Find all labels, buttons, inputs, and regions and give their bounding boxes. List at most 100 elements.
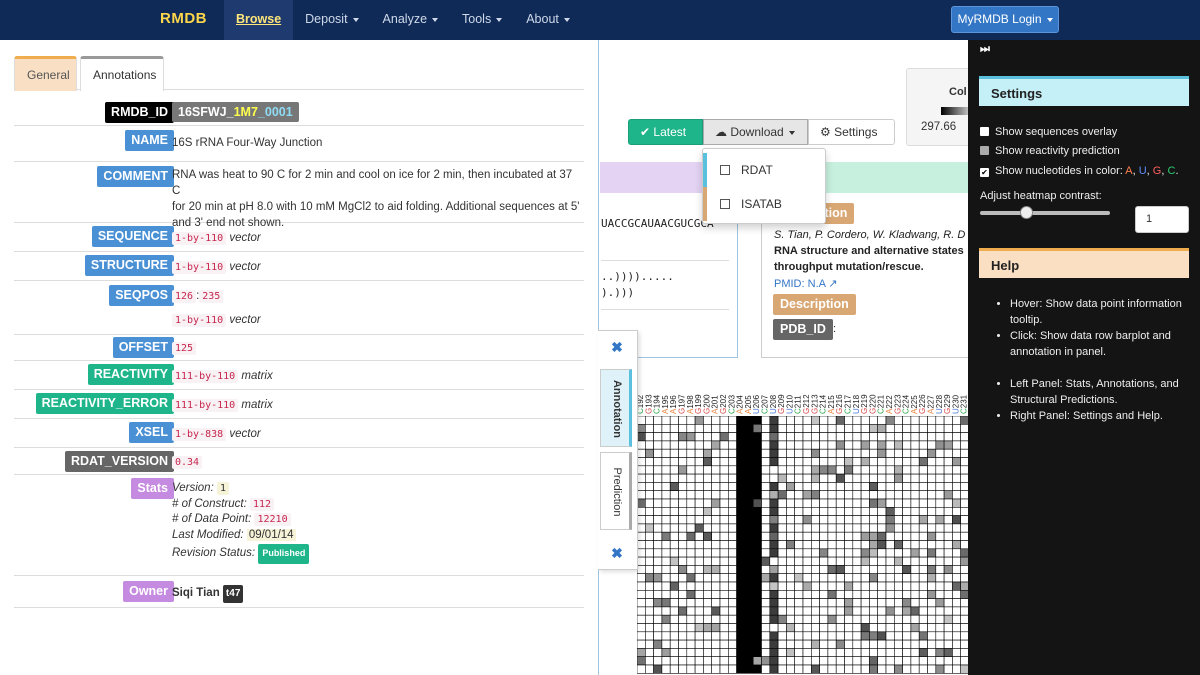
heatmap-cell[interactable] [877, 590, 887, 599]
heatmap-cell[interactable] [844, 639, 854, 649]
heatmap-cell[interactable] [877, 457, 887, 467]
heatmap-cell[interactable] [802, 614, 812, 624]
heatmap-cell[interactable] [952, 623, 961, 633]
heatmap-cell[interactable] [902, 581, 912, 591]
heatmap-cell[interactable] [811, 606, 820, 616]
heatmap-cell[interactable] [794, 482, 804, 492]
heatmap-cell[interactable] [910, 639, 920, 649]
heatmap-cell[interactable] [769, 639, 779, 649]
heatmap-cell[interactable] [686, 490, 696, 500]
heatmap-cell[interactable] [885, 664, 895, 674]
heatmap-cell[interactable] [943, 648, 953, 657]
heatmap-cell[interactable] [852, 540, 862, 550]
heatmap-cell[interactable] [960, 573, 968, 583]
heatmap-cell[interactable] [927, 490, 937, 500]
heatmap-cell[interactable] [869, 606, 878, 616]
heatmap-cell[interactable] [902, 540, 912, 550]
heatmap-cell[interactable] [752, 565, 762, 574]
heatmap-cell[interactable] [869, 432, 878, 442]
heatmap-cell[interactable] [728, 631, 737, 641]
heatmap-cell[interactable] [877, 416, 887, 425]
heatmap-cell[interactable] [637, 424, 646, 433]
heatmap-cell[interactable] [952, 581, 961, 591]
heatmap-cell[interactable] [736, 482, 746, 492]
heatmap-cell[interactable] [852, 523, 862, 533]
heatmap-cell[interactable] [902, 631, 912, 641]
heatmap-cell[interactable] [761, 614, 771, 624]
heatmap-cell[interactable] [935, 523, 945, 533]
heatmap-cell[interactable] [918, 548, 928, 558]
heatmap-cell[interactable] [752, 556, 762, 566]
heatmap-cell[interactable] [637, 448, 646, 458]
heatmap-cell[interactable] [819, 416, 829, 425]
heatmap-cell[interactable] [802, 448, 812, 458]
heatmap-cell[interactable] [910, 614, 920, 624]
heatmap-cell[interactable] [752, 507, 762, 516]
heatmap-cell[interactable] [877, 440, 887, 450]
heatmap-cell[interactable] [835, 581, 845, 591]
heatmap-cell[interactable] [761, 531, 771, 541]
heatmap-cell[interactable] [811, 639, 820, 649]
heatmap-cell[interactable] [752, 614, 762, 624]
heatmap-cell[interactable] [893, 548, 903, 558]
heatmap-cell[interactable] [835, 498, 845, 508]
heatmap-cell[interactable] [744, 556, 754, 566]
heatmap-cell[interactable] [835, 664, 845, 674]
heatmap-cell[interactable] [869, 598, 878, 608]
heatmap-cell[interactable] [736, 598, 746, 608]
heatmap-cell[interactable] [877, 515, 887, 525]
heatmap-cell[interactable] [653, 440, 663, 450]
heatmap-cell[interactable] [952, 614, 961, 624]
heatmap-cell[interactable] [885, 590, 895, 599]
heatmap-cell[interactable] [761, 648, 771, 657]
heatmap-cell[interactable] [910, 556, 920, 566]
heatmap-cell[interactable] [752, 540, 762, 550]
heatmap-cell[interactable] [769, 498, 779, 508]
heatmap-cell[interactable] [802, 432, 812, 442]
heatmap-cell[interactable] [678, 531, 688, 541]
heatmap-cell[interactable] [935, 648, 945, 657]
heatmap-cell[interactable] [678, 540, 688, 550]
heatmap-cell[interactable] [694, 565, 704, 574]
heatmap-cell[interactable] [960, 507, 968, 516]
heatmap-cell[interactable] [744, 515, 754, 525]
heatmap-cell[interactable] [852, 457, 862, 467]
heatmap-cell[interactable] [678, 556, 688, 566]
heatmap-cell[interactable] [661, 523, 671, 533]
heatmap-cell[interactable] [877, 648, 887, 657]
heatmap-cell[interactable] [694, 581, 704, 591]
heatmap-cell[interactable] [852, 606, 862, 616]
heatmap-cell[interactable] [935, 656, 945, 666]
heatmap-cell[interactable] [637, 457, 646, 467]
heatmap-cell[interactable] [686, 631, 696, 641]
heatmap-cell[interactable] [786, 457, 795, 467]
heatmap-cell[interactable] [827, 440, 837, 450]
heatmap-cell[interactable] [811, 614, 820, 624]
heatmap-cell[interactable] [703, 565, 713, 574]
heatmap-cell[interactable] [752, 581, 762, 591]
heatmap-cell[interactable] [893, 631, 903, 641]
heatmap-cell[interactable] [637, 556, 646, 566]
heatmap-cell[interactable] [703, 523, 713, 533]
heatmap-cell[interactable] [686, 648, 696, 657]
heatmap-cell[interactable] [645, 590, 654, 599]
heatmap-cell[interactable] [769, 664, 779, 674]
heatmap-cell[interactable] [752, 590, 762, 599]
heatmap-cell[interactable] [711, 656, 721, 666]
heatmap-cell[interactable] [802, 639, 812, 649]
heatmap-cell[interactable] [827, 432, 837, 442]
heatmap-cell[interactable] [794, 639, 804, 649]
option-sequences-overlay[interactable]: Show sequences overlay [980, 126, 1117, 138]
heatmap-cell[interactable] [869, 457, 878, 467]
heatmap-cell[interactable] [686, 573, 696, 583]
reactivity-heatmap[interactable]: C192G193C194A195A196G197A198G199G200A201… [600, 380, 968, 675]
heatmap-cell[interactable] [694, 523, 704, 533]
heatmap-cell[interactable] [678, 614, 688, 624]
heatmap-cell[interactable] [694, 465, 704, 475]
heatmap-cell[interactable] [678, 598, 688, 608]
heatmap-cell[interactable] [902, 482, 912, 492]
heatmap-cell[interactable] [893, 606, 903, 616]
heatmap-cell[interactable] [827, 548, 837, 558]
heatmap-cell[interactable] [694, 507, 704, 516]
heatmap-cell[interactable] [802, 556, 812, 566]
